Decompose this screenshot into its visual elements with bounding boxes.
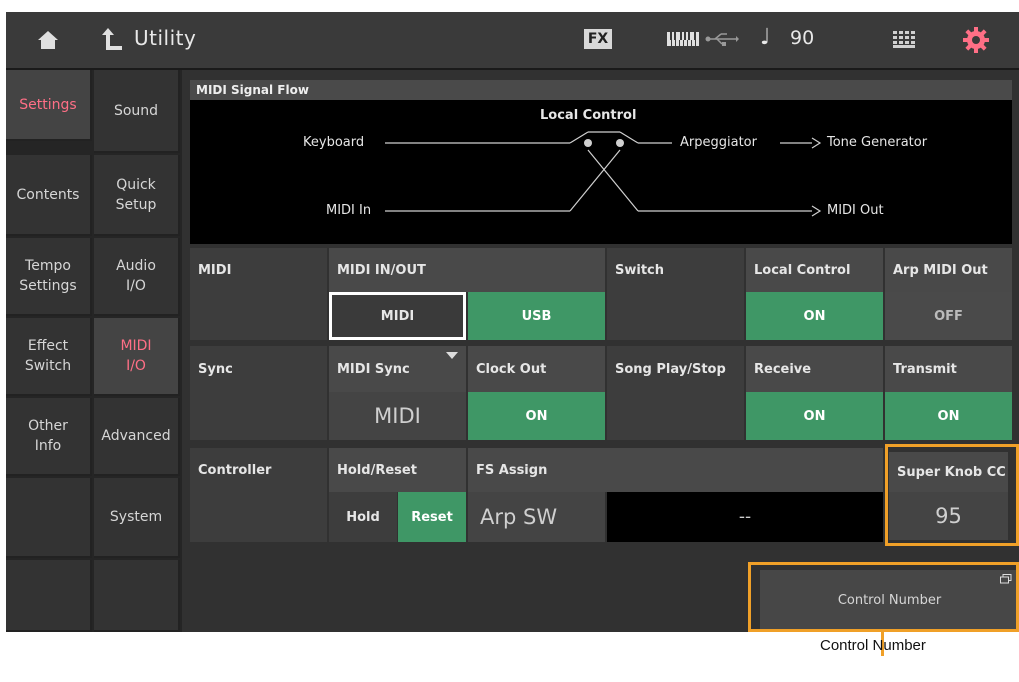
usb-button[interactable]: USB (468, 292, 605, 340)
nav-sub-audio-io[interactable]: Audio I/O (94, 238, 180, 316)
keyboard-icon (667, 32, 699, 46)
local-control-header: Local Control (746, 248, 883, 292)
tempo-value[interactable]: 90 (790, 27, 814, 49)
nav-label: Sound (113, 102, 159, 119)
fs-assign-header: FS Assign (468, 448, 883, 492)
switch-label-filler (607, 292, 744, 340)
nav-empty-cell (6, 560, 92, 632)
receive-toggle[interactable]: ON (746, 392, 883, 440)
midi-button[interactable]: MIDI (329, 292, 466, 340)
midi-section-label: MIDI (190, 248, 327, 292)
controller-section-label: Controller (190, 448, 327, 492)
fs-assign-cc: -- (607, 492, 883, 542)
midi-label-filler (190, 292, 327, 340)
nav-label: Settings (19, 96, 77, 113)
note-icon: ♩ (760, 25, 771, 50)
nav-label: System (109, 509, 163, 525)
nav-label: Audio I/O (116, 258, 156, 294)
main-panel: MIDI Signal Flow Local Control Keyboard … (182, 70, 1019, 632)
clock-out-toggle[interactable]: ON (468, 392, 605, 440)
nav-label: Advanced (101, 428, 171, 444)
sync-label-filler (190, 392, 327, 440)
nav-sub-system[interactable]: System (94, 478, 180, 558)
midi-in-out-header: MIDI IN/OUT (329, 248, 605, 292)
back-arrow-icon[interactable] (102, 26, 126, 52)
grid-icon[interactable] (893, 31, 915, 48)
hold-reset-header: Hold/Reset (329, 448, 466, 492)
nav-sub-sound[interactable]: Sound (94, 70, 180, 153)
nav-sub-advanced[interactable]: Advanced (94, 398, 180, 476)
top-bar: Utility FX ♩ 90 (6, 12, 1019, 70)
midi-sync-value[interactable]: MIDI (329, 392, 466, 440)
super-knob-highlight (885, 444, 1019, 546)
arp-midi-out-header: Arp MIDI Out (885, 248, 1012, 292)
nav-label: Quick Setup (115, 176, 157, 213)
dropdown-triangle-icon (446, 352, 458, 359)
nav-label: Other Info (28, 418, 68, 454)
nav-label: Effect Switch (24, 338, 72, 374)
nav-label: Contents (16, 186, 80, 203)
home-icon[interactable] (36, 28, 60, 52)
fx-badge[interactable]: FX (584, 29, 612, 49)
nav-tab-contents[interactable]: Contents (6, 155, 92, 236)
controller-label-filler (190, 492, 327, 542)
flow-diagram-lines (385, 131, 822, 217)
arp-midi-out-toggle[interactable]: OFF (885, 292, 1012, 340)
fs-assign-value[interactable]: Arp SW (468, 492, 605, 542)
transmit-toggle[interactable]: ON (885, 392, 1012, 440)
nav-empty-cell (6, 478, 92, 558)
clock-out-header: Clock Out (468, 346, 605, 392)
receive-header: Receive (746, 346, 883, 392)
nav-tab-effect-switch[interactable]: Effect Switch (6, 318, 92, 396)
nav-tab-tempo-settings[interactable]: Tempo Settings (6, 238, 92, 316)
page-title: Utility (134, 26, 197, 50)
song-label-filler (607, 392, 744, 440)
sync-section-label: Sync (190, 346, 327, 392)
callout-caption: Control Number (820, 637, 926, 654)
nav-sub-quick-setup[interactable]: Quick Setup (94, 155, 180, 236)
nav-tab-other-info[interactable]: Other Info (6, 398, 92, 476)
nav-sub-midi-io[interactable]: MIDI I/O (94, 318, 180, 396)
synth-screen: Utility FX ♩ 90 Settings Contents Tempo … (6, 12, 1019, 632)
control-number-highlight (748, 562, 1019, 632)
local-control-toggle[interactable]: ON (746, 292, 883, 340)
nav-empty-cell (94, 560, 180, 632)
nav-label: MIDI I/O (120, 338, 152, 374)
gear-icon[interactable] (963, 27, 989, 53)
nav-tab-settings[interactable]: Settings (6, 70, 92, 141)
reset-button[interactable]: Reset (398, 492, 466, 542)
switch-label: Switch (607, 248, 744, 292)
transmit-header: Transmit (885, 346, 1012, 392)
song-play-stop-label: Song Play/Stop (607, 346, 744, 392)
midi-signal-flow: MIDI Signal Flow Local Control Keyboard … (190, 80, 1012, 244)
usb-icon (705, 33, 739, 46)
side-navigation: Settings Contents Tempo Settings Effect … (6, 70, 182, 632)
nav-label: Tempo Settings (19, 258, 77, 294)
hold-button[interactable]: Hold (329, 492, 397, 542)
